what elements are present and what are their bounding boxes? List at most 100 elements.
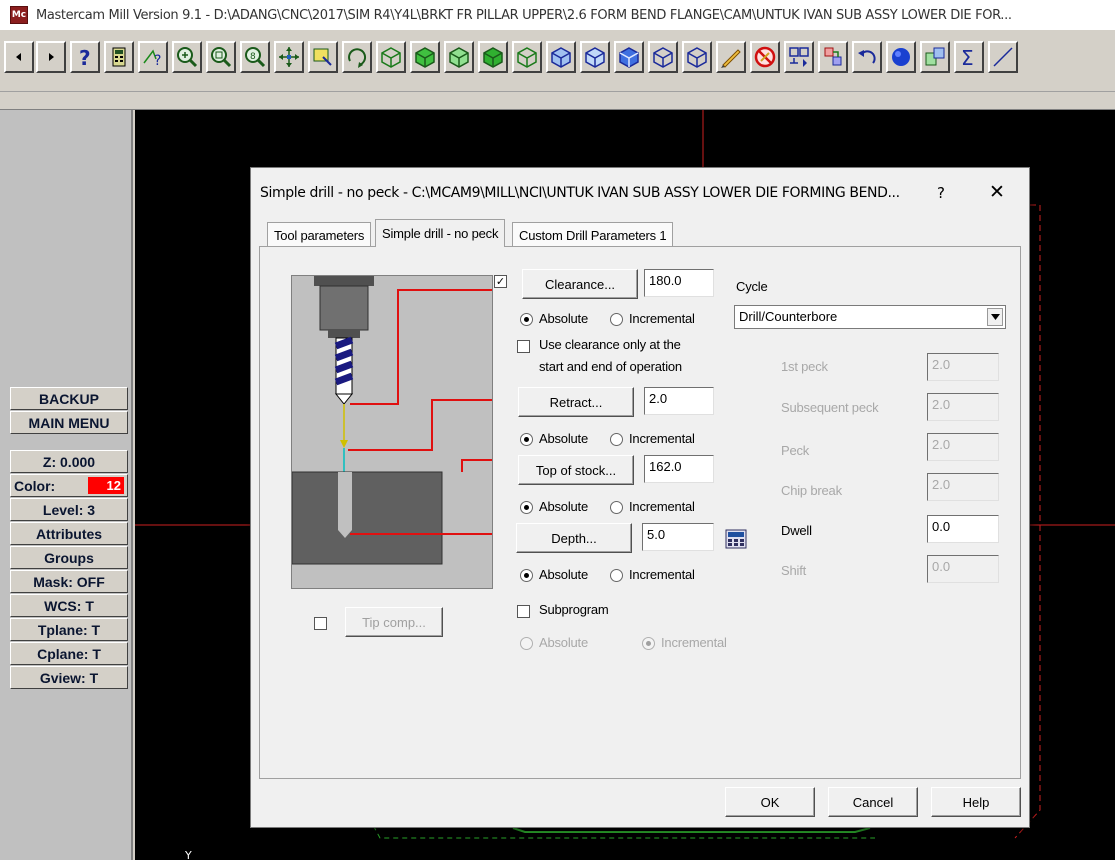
gview-button[interactable]: Gview: T xyxy=(10,666,128,689)
arrow-left-icon[interactable] xyxy=(4,41,34,73)
use-clearance-checkbox[interactable] xyxy=(517,340,530,353)
transform-icon[interactable] xyxy=(784,41,814,73)
chip-break-field[interactable]: 2.0 xyxy=(927,473,999,501)
cycle-select[interactable]: Drill/Counterbore xyxy=(734,305,1006,329)
top-of-stock-button[interactable]: Top of stock... xyxy=(518,455,634,485)
groups-button[interactable]: Groups xyxy=(10,546,128,569)
tab-custom-drill-parameters[interactable]: Custom Drill Parameters 1 xyxy=(512,222,674,247)
cycle-label: Cycle xyxy=(736,279,768,294)
cancel-button[interactable]: Cancel xyxy=(828,787,918,817)
retract-incremental-radio[interactable] xyxy=(610,433,623,446)
z-depth-button[interactable]: Z: 0.000 xyxy=(10,450,128,473)
wcs-button[interactable]: WCS: T xyxy=(10,594,128,617)
tplane-button[interactable]: Tplane: T xyxy=(10,618,128,641)
pan-icon[interactable] xyxy=(274,41,304,73)
clearance-absolute-radio[interactable] xyxy=(520,313,533,326)
view-hidden-icon[interactable] xyxy=(682,41,712,73)
chevron-down-icon[interactable] xyxy=(987,308,1003,326)
depth-field[interactable]: 5.0 xyxy=(642,523,714,551)
window-select-icon[interactable] xyxy=(308,41,338,73)
shift-field[interactable]: 0.0 xyxy=(927,555,999,583)
query-icon[interactable]: ? xyxy=(138,41,168,73)
view-normal-icon[interactable] xyxy=(614,41,644,73)
peck-label: Peck xyxy=(781,443,810,458)
view-wire-icon[interactable] xyxy=(648,41,678,73)
mastercam-app-icon[interactable]: Mc xyxy=(10,6,28,24)
title-bar: Mc Mastercam Mill Version 9.1 - D:\ADANG… xyxy=(0,0,1115,30)
shift-label: Shift xyxy=(781,563,807,578)
depth-absolute-radio[interactable] xyxy=(520,569,533,582)
retract-button[interactable]: Retract... xyxy=(518,387,634,417)
clearance-button[interactable]: Clearance... xyxy=(522,269,638,299)
retract-absolute-radio[interactable] xyxy=(520,433,533,446)
svg-text:?: ? xyxy=(154,53,161,69)
retract-field[interactable]: 2.0 xyxy=(644,387,714,415)
main-toolbar: ? ? 8 Σ xyxy=(0,30,1115,92)
subprogram-incremental-label: Incremental xyxy=(661,635,727,650)
top-of-stock-absolute-label: Absolute xyxy=(539,499,588,514)
first-peck-label: 1st peck xyxy=(781,359,828,374)
depth-button[interactable]: Depth... xyxy=(516,523,632,553)
cycle-select-value: Drill/Counterbore xyxy=(739,309,838,324)
help-icon[interactable]: ? xyxy=(70,41,100,73)
calculator-icon[interactable] xyxy=(104,41,134,73)
mask-button[interactable]: Mask: OFF xyxy=(10,570,128,593)
top-of-stock-incremental-radio[interactable] xyxy=(610,501,623,514)
color-label: Color: xyxy=(14,477,56,494)
dwell-field[interactable]: 0.0 xyxy=(927,515,999,543)
depth-absolute-label: Absolute xyxy=(539,567,588,582)
subprogram-checkbox[interactable] xyxy=(517,605,530,618)
level-button[interactable]: Level: 3 xyxy=(10,498,128,521)
top-of-stock-field[interactable]: 162.0 xyxy=(644,455,714,483)
zoom-previous-icon[interactable]: 8 xyxy=(240,41,270,73)
view-dynamic-icon[interactable] xyxy=(580,41,610,73)
ok-button[interactable]: OK xyxy=(725,787,815,817)
clearance-incremental-label: Incremental xyxy=(629,311,695,326)
subprogram-absolute-radio[interactable] xyxy=(520,637,533,650)
retract-incremental-label: Incremental xyxy=(629,431,695,446)
clearance-field[interactable]: 180.0 xyxy=(644,269,714,297)
tab-simple-drill[interactable]: Simple drill - no peck xyxy=(375,219,506,247)
sum-icon[interactable]: Σ xyxy=(954,41,984,73)
view-front-icon[interactable] xyxy=(410,41,440,73)
tab-tool-parameters[interactable]: Tool parameters xyxy=(267,222,372,247)
no-delete-icon[interactable] xyxy=(750,41,780,73)
dwell-label: Dwell xyxy=(781,523,812,538)
tip-comp-checkbox[interactable] xyxy=(314,617,327,630)
main-menu-button[interactable]: MAIN MENU xyxy=(10,411,128,434)
dialog-close-icon[interactable]: ✕ xyxy=(989,181,1005,203)
tip-comp-button[interactable]: Tip comp... xyxy=(345,607,443,637)
color-button[interactable]: Color: 12 xyxy=(10,474,128,497)
peck-field[interactable]: 2.0 xyxy=(927,433,999,461)
group-icon[interactable] xyxy=(920,41,950,73)
unzoom-icon[interactable] xyxy=(206,41,236,73)
subprogram-incremental-radio[interactable] xyxy=(642,637,655,650)
clearance-checkbox[interactable]: ✓ xyxy=(494,275,507,288)
view-top-shaded-icon[interactable] xyxy=(546,41,576,73)
help-button[interactable]: Help xyxy=(931,787,1021,817)
pencil-icon[interactable] xyxy=(716,41,746,73)
subsequent-peck-field[interactable]: 2.0 xyxy=(927,393,999,421)
clearance-incremental-radio[interactable] xyxy=(610,313,623,326)
cplane-button[interactable]: Cplane: T xyxy=(10,642,128,665)
view-side-icon[interactable] xyxy=(444,41,474,73)
depth-calculator-icon[interactable] xyxy=(725,529,747,549)
arrow-right-icon[interactable] xyxy=(36,41,66,73)
dialog-help-icon[interactable]: ? xyxy=(937,184,945,202)
backup-button[interactable]: BACKUP xyxy=(10,387,128,410)
color-swatch: 12 xyxy=(88,477,124,494)
view-iso-icon[interactable] xyxy=(478,41,508,73)
chain-icon[interactable] xyxy=(818,41,848,73)
line-icon[interactable] xyxy=(988,41,1018,73)
attributes-button[interactable]: Attributes xyxy=(10,522,128,545)
first-peck-field[interactable]: 2.0 xyxy=(927,353,999,381)
view-iso2-icon[interactable] xyxy=(512,41,542,73)
zoom-icon[interactable] xyxy=(172,41,202,73)
sphere-icon[interactable] xyxy=(886,41,916,73)
undo-icon[interactable] xyxy=(852,41,882,73)
rotate-icon[interactable] xyxy=(342,41,372,73)
view-top-icon[interactable] xyxy=(376,41,406,73)
svg-text:?: ? xyxy=(79,46,91,69)
depth-incremental-radio[interactable] xyxy=(610,569,623,582)
top-of-stock-absolute-radio[interactable] xyxy=(520,501,533,514)
